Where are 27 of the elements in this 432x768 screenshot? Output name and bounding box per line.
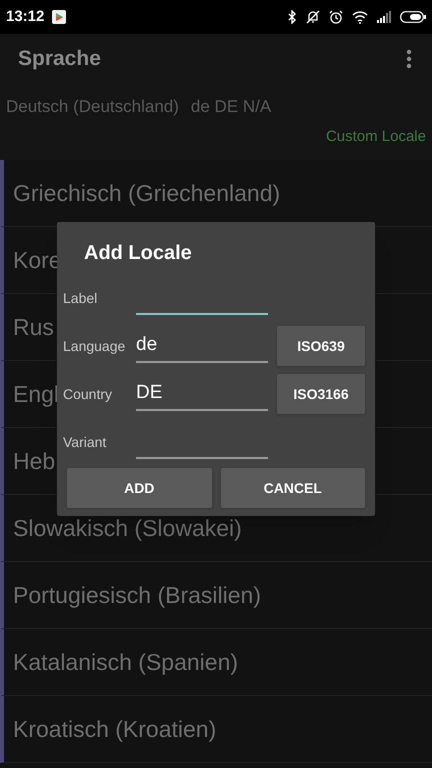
more-options-icon[interactable] bbox=[406, 49, 412, 69]
iso-button[interactable]: ISO3166 bbox=[277, 374, 365, 414]
alarm-icon bbox=[329, 10, 343, 24]
store-icon bbox=[52, 10, 66, 24]
dialog-title: Add Locale bbox=[83, 241, 192, 266]
cancel-button[interactable]: CANCEL bbox=[220, 468, 365, 508]
list-item[interactable]: Kroatisch (Kroatien) bbox=[0, 696, 432, 763]
signal-icon bbox=[377, 11, 391, 23]
iso-button[interactable]: ISO639 bbox=[277, 326, 365, 366]
field-label: Label bbox=[63, 288, 98, 308]
wifi-icon bbox=[352, 10, 368, 24]
list-item[interactable]: Katalanisch (Spanien) bbox=[0, 629, 432, 696]
list-item[interactable]: Portugiesisch (Brasilien) bbox=[0, 562, 432, 629]
field-label: Language bbox=[63, 336, 126, 356]
bell-off-icon bbox=[306, 10, 320, 24]
battery-icon bbox=[400, 11, 426, 23]
custom-locale-label: Custom Locale bbox=[326, 126, 426, 146]
status-time: 13:12 bbox=[6, 6, 44, 27]
input-field[interactable]: de bbox=[136, 329, 268, 363]
bluetooth-icon bbox=[288, 10, 297, 24]
current-locale-name: Deutsch (Deutschland) bbox=[6, 96, 179, 118]
app-title: Sprache bbox=[18, 46, 101, 72]
current-locale-code: de DE N/A bbox=[190, 96, 272, 118]
field-label: Country bbox=[63, 384, 114, 404]
add-button[interactable]: ADD bbox=[67, 468, 212, 508]
field-label: Variant bbox=[63, 432, 108, 452]
input-field[interactable]: DE bbox=[136, 377, 268, 411]
